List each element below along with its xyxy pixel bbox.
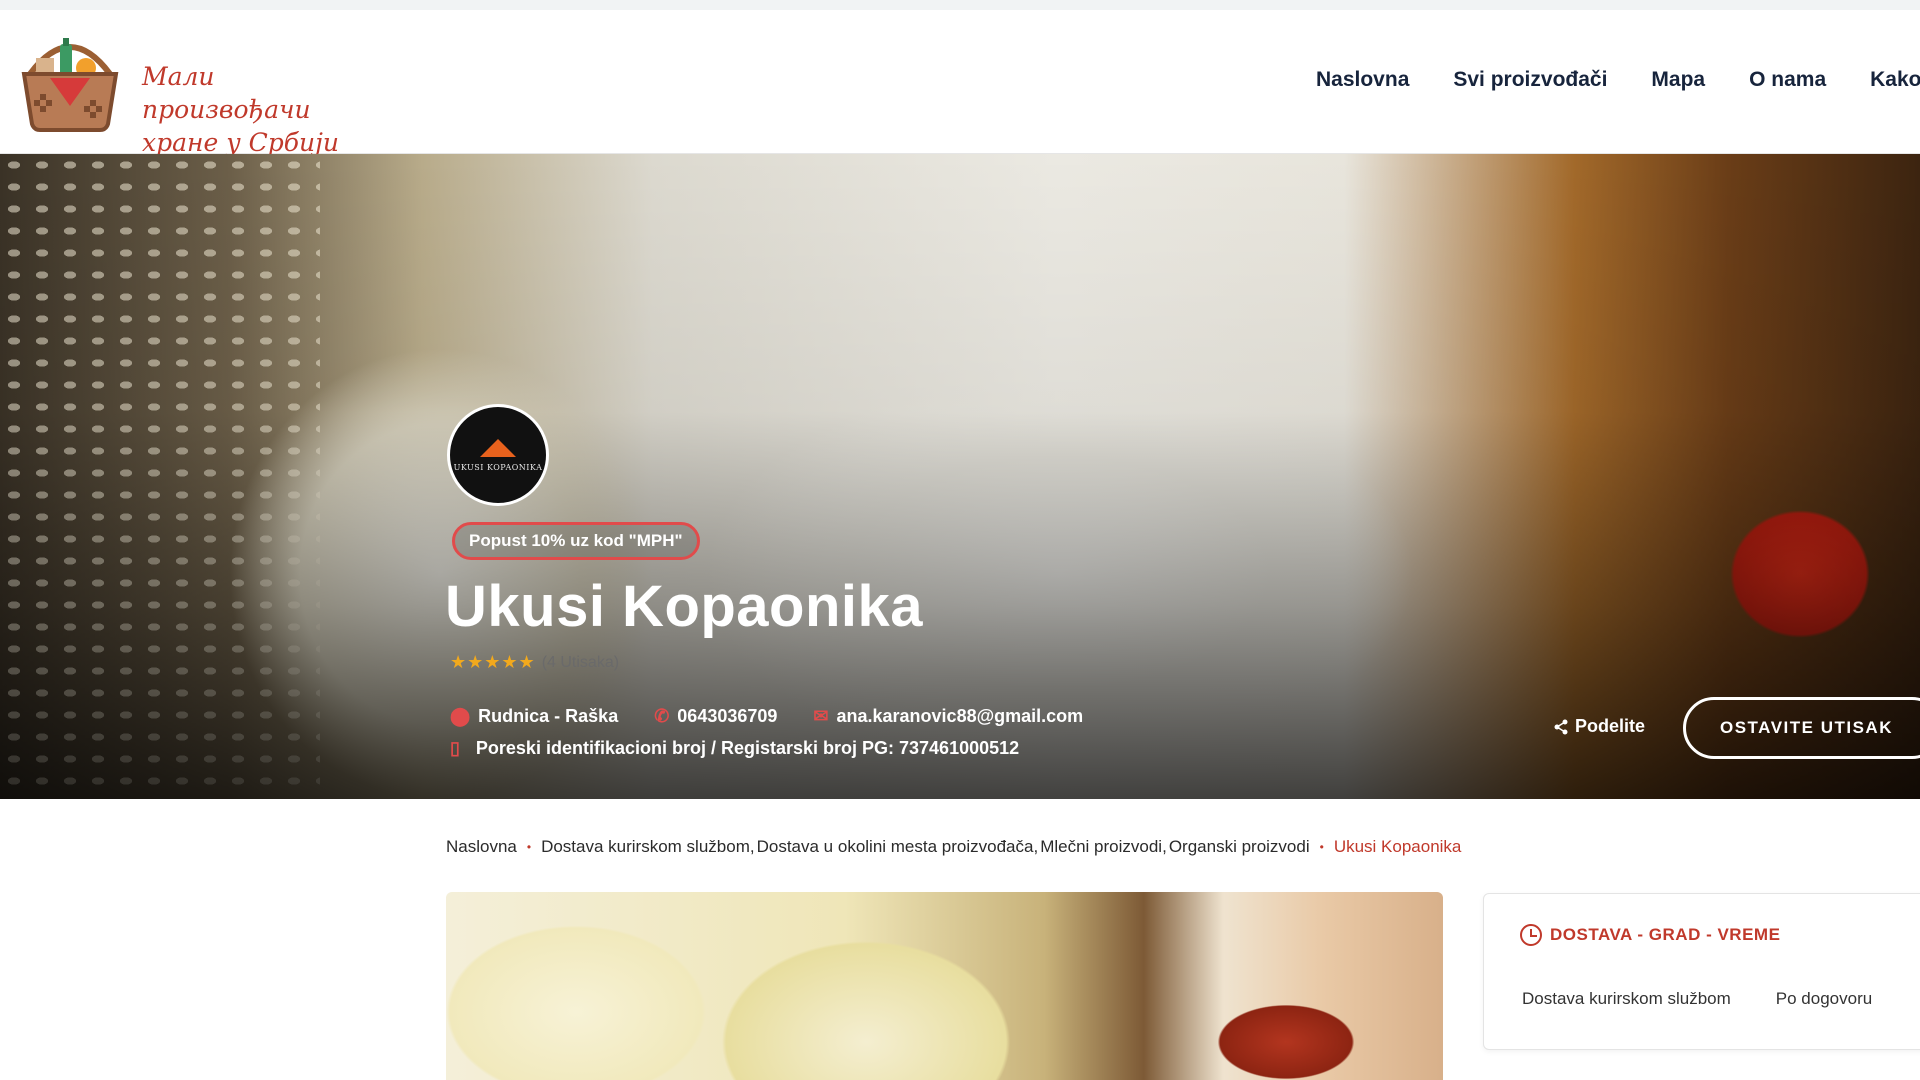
email-item[interactable]: ✉ ana.karanovic88@gmail.com <box>813 706 1083 727</box>
page-title: Ukusi Kopaonika <box>445 574 924 639</box>
breadcrumb-category-1[interactable]: Dostava kurirskom službom <box>541 837 750 857</box>
rating-stars-icon: ★★★★★ <box>450 652 536 672</box>
nav-svi-proizvodjaci[interactable]: Svi proizvođači <box>1453 68 1607 92</box>
location-text: Rudnica - Raška <box>478 706 619 726</box>
breadcrumb-comma: , <box>749 837 755 856</box>
delivery-card: DOSTAVA - GRAD - VREME Dostava kurirskom… <box>1483 893 1920 1050</box>
product-gallery-image[interactable] <box>446 892 1443 1080</box>
breadcrumb-home[interactable]: Naslovna <box>446 837 517 857</box>
nav-o-nama[interactable]: O nama <box>1749 68 1826 92</box>
phone-icon: ✆ <box>654 706 670 726</box>
delivery-card-heading: DOSTAVA - GRAD - VREME <box>1520 924 1780 946</box>
leave-review-label: OSTAVITE UTISAK <box>1720 718 1893 737</box>
mountain-logo-icon <box>480 438 516 457</box>
basket-logo-icon[interactable] <box>16 28 124 136</box>
rating-count: (4 Utisaka) <box>541 653 620 671</box>
email-text: ana.karanovic88@gmail.com <box>836 706 1084 726</box>
phone-text: 0643036709 <box>677 706 778 726</box>
phone-item[interactable]: ✆ 0643036709 <box>654 706 777 727</box>
share-button[interactable]: Podelite <box>1553 716 1645 737</box>
leave-review-button[interactable]: OSTAVITE UTISAK <box>1683 697 1920 759</box>
breadcrumb-separator: • <box>526 840 532 854</box>
breadcrumb-separator: • <box>1319 840 1324 854</box>
main-navigation: Naslovna Svi proizvođači Mapa O nama Kak… <box>1316 68 1920 92</box>
location-item: ⬤ Rudnica - Raška <box>450 706 618 727</box>
breadcrumb-category-3[interactable]: Mlečni proizvodi <box>1040 837 1162 857</box>
breadcrumb-current: Ukusi Kopaonika <box>1333 837 1462 856</box>
producer-avatar: UKUSI KOPAONIKA <box>447 404 549 506</box>
rating[interactable]: ★★★★★ (4 Utisaka) <box>450 652 619 673</box>
nav-naslovna[interactable]: Naslovna <box>1316 68 1409 92</box>
breadcrumb-category-2[interactable]: Dostava u okolini mesta proizvođača <box>757 837 1034 857</box>
hero-shade-overlay <box>0 154 1920 799</box>
logo-text-line-1: Мали произвођачи <box>142 62 311 124</box>
document-icon: ▯ <box>450 738 460 758</box>
avatar-caption: UKUSI KOPAONIKA <box>453 462 543 472</box>
promo-badge: Popust 10% uz kod "MPH" <box>452 522 700 560</box>
breadcrumb-comma: , <box>1162 837 1167 856</box>
share-icon <box>1554 719 1568 734</box>
breadcrumb: Naslovna • Dostava kurirskom službom, Do… <box>446 837 1461 857</box>
site-header: Мали произвођачи хране у Србији Naslovna… <box>0 10 1920 157</box>
tax-info: ▯ Poreski identifikacioni broj / Regista… <box>450 738 1019 759</box>
tax-id-text: Poreski identifikacioni broj / Registars… <box>475 738 1020 758</box>
logo-wordmark[interactable]: Мали произвођачи хране у Србији <box>142 60 382 159</box>
share-label: Podelite <box>1575 716 1646 736</box>
delivery-time: Po dogovoru <box>1775 989 1873 1008</box>
breadcrumb-category-4[interactable]: Organski proizvodi <box>1169 837 1310 857</box>
hero-banner <box>0 154 1920 799</box>
breadcrumb-comma: , <box>1033 837 1039 856</box>
nav-kako[interactable]: Kako d <box>1870 68 1920 92</box>
location-pin-icon: ⬤ <box>450 706 471 726</box>
nav-mapa[interactable]: Mapa <box>1651 68 1705 92</box>
clock-icon <box>1520 924 1542 946</box>
envelope-icon: ✉ <box>813 706 829 726</box>
delivery-values: Dostava kurirskom službom Po dogovoru <box>1522 989 1872 1009</box>
contact-info: ⬤ Rudnica - Raška ✆ 0643036709 ✉ ana.karano… <box>450 706 1083 727</box>
delivery-heading-text: DOSTAVA - GRAD - VREME <box>1550 925 1781 944</box>
delivery-method: Dostava kurirskom službom <box>1522 989 1731 1008</box>
